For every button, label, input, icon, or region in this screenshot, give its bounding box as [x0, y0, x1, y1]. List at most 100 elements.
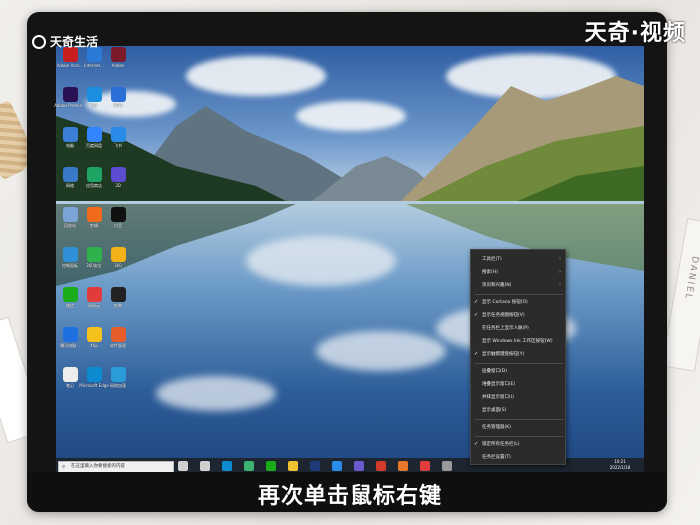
context-menu-item[interactable]: ✓ 锁定所有任务栏(L): [471, 439, 565, 450]
desktop-icon[interactable]: 应用商店: [83, 167, 105, 189]
desktop-icon[interactable]: Microsoft Edge: [79, 367, 109, 388]
context-menu-item-label: 层叠窗口(D): [482, 369, 507, 374]
desktop-icon[interactable]: WPS: [107, 87, 129, 108]
context-menu-item[interactable]: 显示桌面(S): [471, 405, 565, 416]
app-icon: [62, 367, 78, 382]
desktop-icon-label: 微信: [66, 303, 74, 308]
context-menu-item-label: 锁定所有任务栏(L): [482, 442, 520, 447]
cortana-icon[interactable]: [178, 461, 188, 471]
file-explorer-icon[interactable]: [288, 461, 298, 471]
desktop-icon[interactable]: 百度网盘: [83, 127, 105, 149]
desktop-icon[interactable]: 控制面板: [59, 247, 81, 269]
app-icon: [62, 87, 78, 102]
desktop-icon-label: 百度网盘: [86, 143, 102, 148]
desktop-icon[interactable]: 笔记: [59, 367, 81, 389]
desktop-icon[interactable]: Adobe: [107, 47, 129, 68]
app-icon: [86, 327, 102, 342]
context-menu-item-label: 任务栏设置(T): [482, 455, 511, 460]
settings-icon[interactable]: [442, 461, 452, 471]
desktop-icon-label: 网络: [66, 183, 74, 188]
check-icon: ✓: [474, 441, 479, 447]
desktop-icon-label: 飞书: [114, 143, 122, 148]
office-icon[interactable]: [398, 461, 408, 471]
context-menu-item[interactable]: ✓ 显示任务视图按钮(V): [471, 310, 565, 321]
app-icon: [110, 287, 126, 302]
context-menu-item[interactable]: 并排显示窗口(I): [471, 392, 565, 403]
app-icon: [62, 247, 78, 262]
desktop-icon[interactable]: 剪映: [107, 287, 129, 309]
app-icon[interactable]: [332, 461, 342, 471]
desktop-icon[interactable]: 360: [107, 247, 129, 268]
wps-icon[interactable]: [376, 461, 386, 471]
desktop-icon[interactable]: Adobe Acro...: [57, 47, 83, 68]
desktop-icon[interactable]: 回收站: [59, 207, 81, 229]
desktop-icon-label: WPS: [113, 103, 123, 108]
music-icon[interactable]: [420, 461, 430, 471]
app-icon: [110, 167, 126, 182]
app-icon: [62, 127, 78, 142]
context-menu-item-label: 并排显示窗口(I): [482, 395, 514, 400]
app-icon: [62, 167, 78, 182]
menu-separator: [475, 363, 563, 364]
desktop-icon-label: Microsoft Edge: [79, 383, 109, 388]
photoshop-icon[interactable]: [310, 461, 320, 471]
desktop-icon[interactable]: 网易云: [83, 287, 105, 309]
desktop-icon[interactable]: Xtip: [83, 327, 105, 348]
desktop-icon-label: 笔记: [66, 383, 74, 388]
context-menu-item[interactable]: 工具栏(T) ›: [471, 254, 565, 265]
app-icon: [86, 127, 102, 142]
check-icon: ✓: [474, 299, 479, 305]
desktop-icon-label: 3D: [115, 183, 121, 188]
app-icon: [110, 327, 126, 342]
edge-icon[interactable]: [222, 461, 232, 471]
context-menu-item[interactable]: 任务栏设置(T): [471, 452, 565, 463]
app-icon: [110, 87, 126, 102]
context-menu-item[interactable]: 资讯和兴趣(N) ›: [471, 280, 565, 291]
desktop-icon[interactable]: 网络: [59, 167, 81, 189]
app-icon: [86, 247, 102, 262]
store-icon[interactable]: [354, 461, 364, 471]
desktop-icon[interactable]: 360安全: [83, 247, 105, 269]
submenu-arrow-icon: ›: [559, 282, 561, 288]
app-icon: [110, 207, 126, 222]
wechat-icon[interactable]: [266, 461, 276, 471]
menu-separator: [475, 419, 563, 420]
context-menu-item[interactable]: 任务管理器(K): [471, 422, 565, 433]
desktop-icon-label: Xtip: [90, 343, 98, 348]
desktop-icon[interactable]: 软件管理: [107, 327, 129, 349]
app-icon: [110, 127, 126, 142]
watermark-left-text: 天奇生活: [50, 35, 99, 49]
app-icon: [110, 47, 126, 62]
context-menu-item[interactable]: 层叠窗口(D): [471, 366, 565, 377]
clock-date: 2022/1/18: [609, 465, 631, 470]
desktop-icon[interactable]: QQ: [83, 87, 105, 108]
context-menu-item[interactable]: ✓ 显示 Cortana 按钮(O): [471, 297, 565, 308]
logo-icon: [32, 34, 46, 49]
desktop-icon-label: Adobe Premie...: [54, 103, 86, 108]
app-icon: [86, 287, 102, 302]
desktop-icon[interactable]: 网络加速: [107, 367, 129, 389]
context-menu-item[interactable]: 显示 Windows Ink 工作区按钮(W): [471, 336, 565, 347]
task-view-icon[interactable]: [200, 461, 210, 471]
desktop-icon[interactable]: 电脑: [59, 127, 81, 149]
context-menu-item[interactable]: 在任务栏上显示人脉(P): [471, 323, 565, 334]
context-menu-item-label: 在任务栏上显示人脉(P): [482, 326, 529, 331]
app-icon: [110, 247, 126, 262]
submenu-arrow-icon: ›: [559, 269, 561, 275]
context-menu-item[interactable]: 堆叠显示窗口(E): [471, 379, 565, 390]
desktop-icon[interactable]: 飞书: [107, 127, 129, 149]
browser-icon[interactable]: [244, 461, 254, 471]
context-menu-item[interactable]: ✓ 显示触摸键盘按钮(Y): [471, 349, 565, 360]
tray-clock[interactable]: 10:21 2022/1/18: [604, 459, 636, 473]
desktop-icon[interactable]: 抖音: [107, 207, 129, 229]
desktop-icon[interactable]: 3D: [107, 167, 129, 188]
desktop-icon[interactable]: Internet...: [83, 47, 105, 68]
desktop-icon[interactable]: 腾讯电脑...: [59, 327, 81, 349]
desktop-icon[interactable]: 剪辑: [83, 207, 105, 229]
desktop-icon[interactable]: 微信: [59, 287, 81, 309]
check-icon: ✓: [474, 351, 479, 357]
desktop-icon[interactable]: Adobe Premie...: [54, 87, 86, 108]
desktop-icon-label: Internet...: [84, 63, 104, 68]
context-menu-item[interactable]: 搜索(H) ›: [471, 267, 565, 278]
desktop-icon-label: 电脑: [66, 143, 74, 148]
